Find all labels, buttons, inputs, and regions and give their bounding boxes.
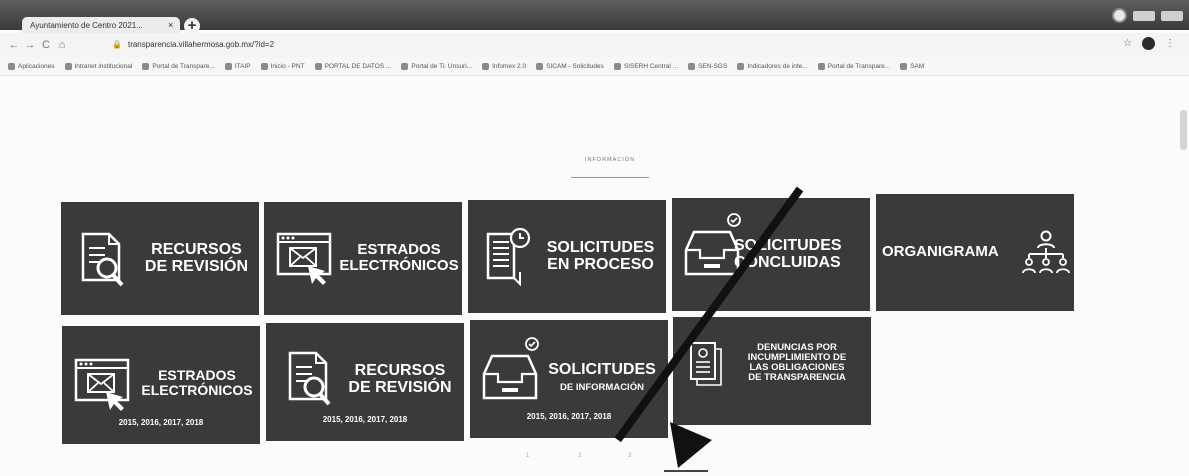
org-chart-icon	[1022, 230, 1070, 274]
bookmark-item[interactable]: Inicio - PNT	[260, 62, 305, 70]
reload-button[interactable]: C	[38, 39, 54, 51]
bookmark-item[interactable]: Infomex 2.0	[482, 62, 526, 70]
bookmark-icon	[224, 62, 232, 70]
tile-subtitle: ELECTRÓNICOS	[141, 381, 253, 398]
bookmark-icon	[536, 62, 544, 70]
menu-icon[interactable]: ⋮	[1165, 38, 1175, 49]
tile-years: 2015, 2016, 2017, 2018	[118, 418, 204, 427]
tile-title: SOLICITUDES	[546, 239, 655, 256]
inbox-check-icon	[684, 213, 741, 276]
bookmark-item[interactable]: PORTAL DE DATOS ...	[314, 62, 391, 70]
bookmark-icon	[142, 62, 150, 70]
section-underline	[571, 177, 649, 178]
bookmark-star-icon[interactable]: ☆	[1123, 38, 1132, 49]
account-icon[interactable]	[1112, 8, 1127, 23]
tile-solicitudes-proceso[interactable]: SOLICITUDES EN PROCESO	[468, 200, 666, 313]
bookmark-item[interactable]: Portal de Transpare...	[142, 62, 215, 70]
tile-solicitudes-concluidas[interactable]: SOLICITUDES CONCLUIDAS	[672, 198, 870, 311]
bookmark-icon	[688, 62, 696, 70]
pager-active-indicator	[664, 470, 708, 472]
document-clock-icon	[486, 227, 531, 286]
bookmark-icon	[482, 62, 490, 70]
tile-title: ESTRADOS	[158, 367, 236, 383]
tile-organigrama[interactable]: ORGANIGRAMA	[876, 194, 1074, 311]
pager-item[interactable]: 2	[578, 453, 581, 459]
tile-title: ESTRADOS	[357, 241, 441, 258]
tile-subtitle: EN PROCESO	[547, 255, 654, 273]
bookmark-item[interactable]: Intranet institucional	[64, 62, 132, 70]
bookmark-item[interactable]: SAM	[900, 62, 924, 70]
home-button[interactable]: ⌂	[54, 39, 70, 51]
pager-item[interactable]: 1	[526, 453, 529, 459]
tile-subtitle: ELECTRÓNICOS	[339, 256, 459, 274]
tile-estrados-electronicos[interactable]: ESTRADOS ELECTRÓNICOS	[264, 202, 462, 315]
document-search-icon	[288, 351, 331, 406]
profile-avatar[interactable]	[1142, 37, 1155, 50]
tile-title: SOLICITUDES	[548, 361, 656, 378]
bookmark-icon	[401, 62, 409, 70]
document-search-icon	[81, 232, 124, 287]
bookmark-icon	[817, 62, 825, 70]
address-bar[interactable]: 🔒 transparencia.villahermosa.gob.mx/?id=…	[112, 37, 1172, 53]
bookmark-item[interactable]: Portal de Ti: Unsuri...	[401, 62, 472, 70]
tile-years: 2015, 2016, 2017, 2018	[322, 415, 408, 424]
tile-recursos-revision[interactable]: RECURSOS DE REVISIÓN	[61, 202, 259, 315]
tile-subtitle: DE REVISIÓN	[348, 378, 452, 396]
browser-tab[interactable]: Ayuntamiento de Centro 2021... ×	[22, 17, 180, 33]
bookmark-icon	[737, 62, 745, 70]
tile-solicitudes-informacion[interactable]: SOLICITUDES DE INFORMACIÓN 2015, 2016, 2…	[470, 320, 668, 438]
tile-recursos-2015-2018[interactable]: RECURSOS DE REVISIÓN 2015, 2016, 2017, 2…	[266, 323, 464, 441]
tile-title: ORGANIGRAMA	[882, 243, 999, 260]
bookmark-item[interactable]: Portal de Transpare...	[817, 62, 890, 70]
close-window-button[interactable]	[1161, 10, 1183, 21]
lock-icon: 🔒	[112, 40, 122, 49]
browser-title-bar: Ayuntamiento de Centro 2021... × +	[0, 0, 1189, 34]
window-controls	[1112, 8, 1183, 23]
bookmark-item[interactable]: Indicadores de inte...	[737, 62, 808, 70]
tile-subtitle: DE TRANSPARENCIA	[748, 371, 846, 383]
scrollbar-thumb[interactable]	[1180, 110, 1187, 150]
section-label: INFORMACIÓN	[584, 157, 636, 163]
tile-title: RECURSOS	[151, 241, 242, 258]
bookmark-item[interactable]: Aplicaciones	[8, 62, 55, 70]
minimize-button[interactable]	[1133, 10, 1155, 21]
bookmark-item[interactable]: SISERH Central ...	[613, 62, 678, 70]
bookmark-item[interactable]: SICAM - Solicitudes	[536, 62, 604, 70]
annotation-arrow-icon	[670, 422, 712, 468]
tab-title: Ayuntamiento de Centro 2021...	[30, 20, 143, 30]
bookmark-icon	[900, 62, 908, 70]
bookmark-item[interactable]: ITAIP	[224, 62, 251, 70]
tile-subtitle: DE REVISIÓN	[144, 257, 249, 275]
toolbar-actions: ☆ ⋮	[1123, 37, 1175, 50]
back-button[interactable]: ←	[6, 39, 22, 51]
forward-button[interactable]: →	[22, 39, 38, 51]
new-tab-button[interactable]: +	[184, 18, 200, 34]
bookmark-icon	[260, 62, 268, 70]
inbox-check-icon	[482, 337, 539, 400]
bookmark-icon	[613, 62, 621, 70]
apps-icon	[8, 62, 15, 70]
bookmarks-bar: Aplicaciones Intranet institucional Port…	[0, 57, 1189, 76]
url-text: transparencia.villahermosa.gob.mx/?id=2	[127, 40, 275, 49]
bookmark-item[interactable]: SEN-SGS	[688, 62, 727, 70]
browser-mail-icon	[74, 358, 130, 411]
browser-mail-icon	[276, 232, 332, 285]
pager-item[interactable]: 3	[628, 453, 631, 459]
browser-toolbar: ← → C ⌂ 🔒 transparencia.villahermosa.gob…	[0, 33, 1189, 57]
bookmark-icon	[314, 62, 322, 70]
tab-close-icon[interactable]: ×	[168, 20, 180, 30]
tile-title: RECURSOS	[354, 362, 446, 379]
certificate-icon	[690, 342, 722, 386]
tile-estrados-2015-2018[interactable]: ESTRADOS ELECTRÓNICOS 2015, 2016, 2017, …	[62, 326, 260, 444]
bookmark-icon	[64, 62, 72, 70]
